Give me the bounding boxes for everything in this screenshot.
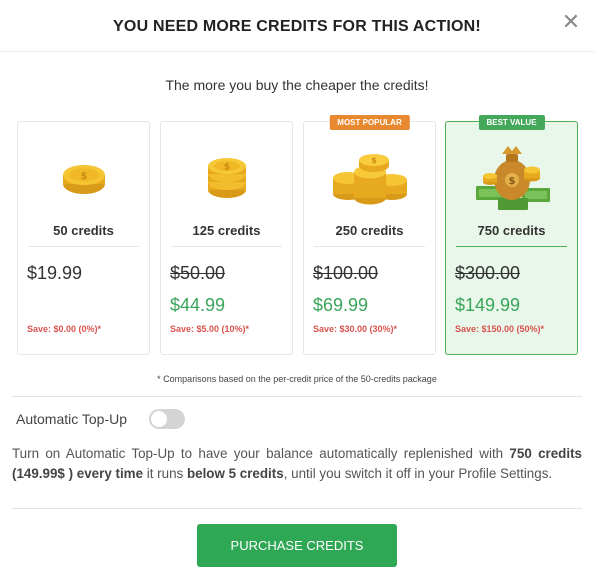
auto-topup-description: Turn on Automatic Top-Up to have your ba… <box>12 444 582 484</box>
card-divider <box>456 246 567 247</box>
svg-text:$: $ <box>508 176 515 187</box>
package-price: $19.99 <box>27 263 83 283</box>
purchase-credits-button[interactable]: PURCHASE CREDITS <box>197 524 397 567</box>
modal-title: YOU NEED MORE CREDITS FOR THIS ACTION! <box>113 18 481 35</box>
credits-modal: YOU NEED MORE CREDITS FOR THIS ACTION! ✕… <box>0 0 594 581</box>
package-card-750[interactable]: BEST VALUE $ 750 credits $300.00 $149.99… <box>445 115 578 355</box>
card-divider <box>171 246 282 247</box>
most-popular-badge: MOST POPULAR <box>329 115 410 130</box>
auto-topup-toggle[interactable] <box>149 409 185 429</box>
package-price: $149.99 <box>455 295 521 315</box>
desc-text: it runs <box>143 466 187 481</box>
desc-text: , until you switch it off in your Profil… <box>283 466 553 481</box>
coin-stack-icon: $ <box>161 142 292 214</box>
package-savings: Save: $150.00 (50%)* <box>455 324 545 334</box>
svg-text:$: $ <box>223 163 229 173</box>
section-divider <box>12 396 582 397</box>
package-credits: 125 credits <box>192 223 261 238</box>
package-original-price: $100.00 <box>313 263 379 283</box>
section-divider <box>12 508 582 509</box>
toggle-knob <box>151 411 167 427</box>
coin-icon: $ <box>18 142 149 214</box>
close-icon[interactable]: ✕ <box>560 12 582 34</box>
comparison-footnote: * Comparisons based on the per-credit pr… <box>157 374 437 384</box>
svg-text:$: $ <box>371 156 377 165</box>
card-divider <box>314 246 425 247</box>
svg-text:$: $ <box>80 171 87 182</box>
package-price: $69.99 <box>313 295 369 315</box>
package-credits: 750 credits <box>477 223 546 238</box>
package-credits: 50 credits <box>53 223 114 238</box>
package-card-50[interactable]: $ 50 credits $19.99 Save: $0.00 (0%)* <box>17 121 150 355</box>
package-savings: Save: $30.00 (30%)* <box>313 324 398 334</box>
package-card-125[interactable]: $ 125 credits $50.00 $44.99 Save: $5.00 … <box>160 121 293 355</box>
coin-pile-icon: $ <box>304 142 435 214</box>
package-credits: 250 credits <box>335 223 404 238</box>
package-savings: Save: $5.00 (10%)* <box>170 324 250 334</box>
modal-header: YOU NEED MORE CREDITS FOR THIS ACTION! ✕ <box>0 0 594 52</box>
package-original-price: $300.00 <box>455 263 521 283</box>
modal-subtitle: The more you buy the cheaper the credits… <box>165 77 429 93</box>
desc-text: Turn on Automatic Top-Up to have your ba… <box>12 446 510 461</box>
best-value-badge: BEST VALUE <box>478 115 545 130</box>
package-price: $44.99 <box>170 295 226 315</box>
auto-topup-label: Automatic Top-Up <box>16 411 128 427</box>
desc-emphasis: below 5 credits <box>186 466 284 481</box>
package-original-price: $50.00 <box>170 263 226 283</box>
package-card-250[interactable]: MOST POPULAR $ 250 credits $100.00 $69.9… <box>303 115 436 355</box>
card-divider <box>28 246 139 247</box>
package-savings: Save: $0.00 (0%)* <box>27 324 102 334</box>
money-bag-icon: $ <box>446 142 577 214</box>
